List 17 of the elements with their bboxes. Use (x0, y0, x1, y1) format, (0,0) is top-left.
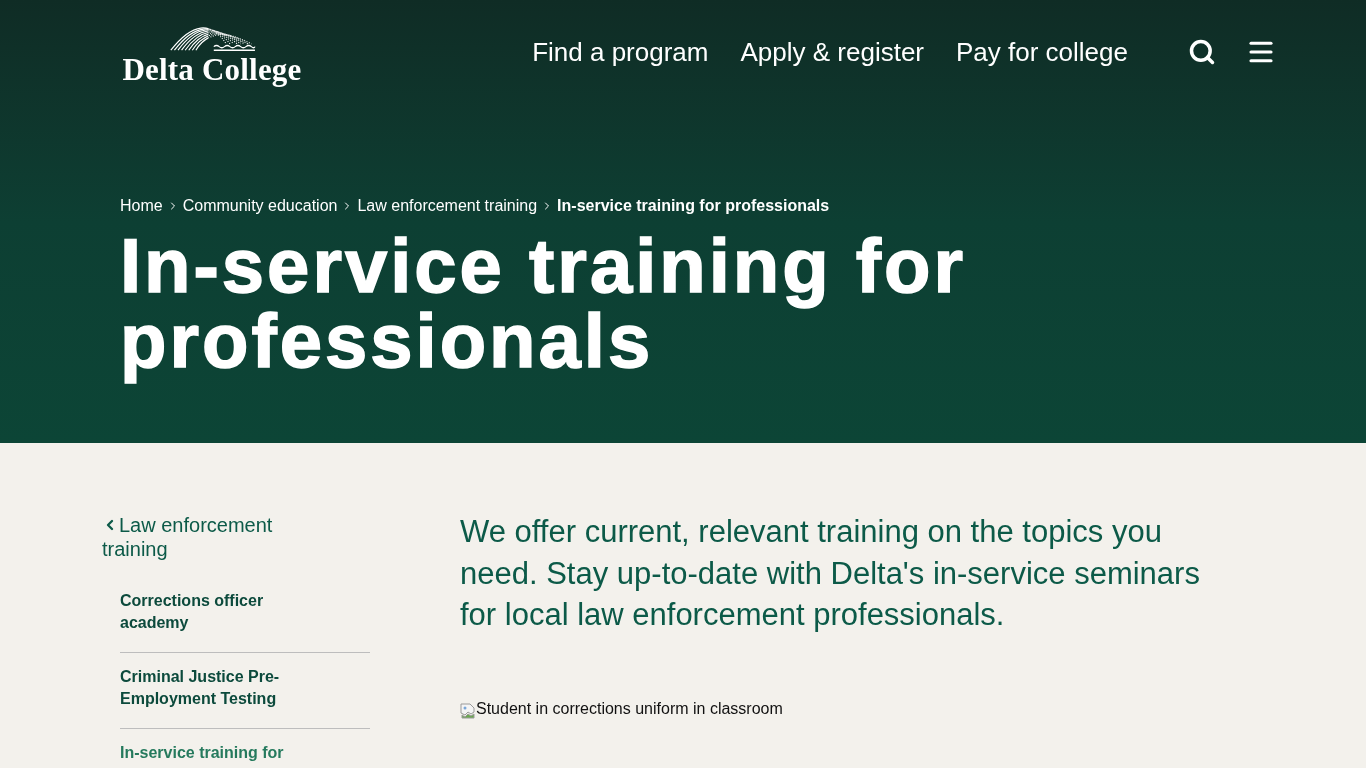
nav-link[interactable]: Apply & register (740, 36, 924, 68)
sidebar-link[interactable]: Corrections officer academy (120, 590, 300, 634)
logo-text[interactable]: Delta College (122, 53, 302, 87)
breadcrumb-link[interactable]: Community education (182, 196, 338, 216)
breadcrumb-current[interactable]: In-service training for professionals (557, 196, 830, 216)
broken-image-icon (460, 702, 476, 719)
sidebar-link[interactable]: In-service training for (120, 742, 300, 764)
breadcrumb-link[interactable]: Home (120, 196, 163, 216)
search-icon (1188, 38, 1216, 66)
nav-link[interactable]: Find a program (532, 36, 709, 68)
intro-text: We offer current, relevant training on the topics you need. Stay up-to-date with Delta's in-service seminars for local law enforcement professionals. (460, 513, 1201, 634)
back-link[interactable]: Law enforcement training (102, 513, 302, 561)
page-title: In-service training for professionals (120, 228, 968, 385)
sidebar-link[interactable]: Criminal Justice Pre-Employment Testing (120, 666, 300, 710)
breadcrumb-link[interactable]: Law enforcement training (357, 196, 538, 216)
image-alt-text: Student in corrections uniform in classroom (476, 698, 783, 719)
nav-link[interactable]: Pay for college (956, 36, 1128, 68)
